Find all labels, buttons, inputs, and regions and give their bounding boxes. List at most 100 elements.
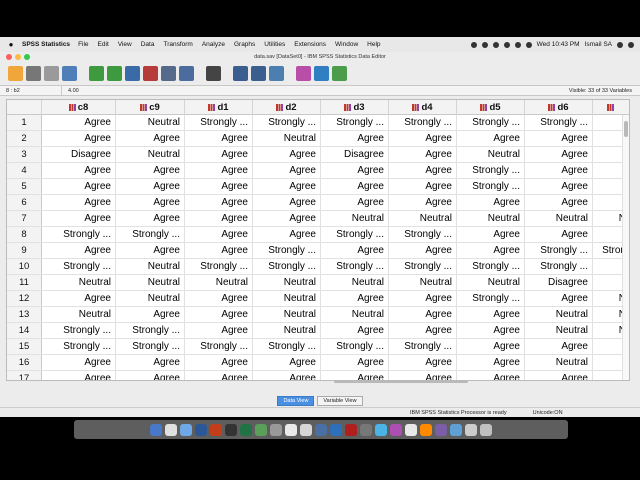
data-cell[interactable]: Strongly ... [457, 179, 525, 194]
r-icon[interactable] [315, 423, 327, 436]
data-cell[interactable]: Agree [525, 147, 593, 162]
row-number[interactable]: 14 [7, 323, 42, 338]
data-cell[interactable]: Agree [389, 323, 457, 338]
data-cell[interactable]: Strongly ... [185, 115, 253, 130]
data-cell[interactable]: Strongly ... [321, 227, 389, 242]
data-cell[interactable]: Agree [42, 291, 116, 306]
data-cell[interactable]: Strongly ... [321, 339, 389, 354]
data-cell[interactable]: Neutral [116, 275, 185, 290]
data-cell[interactable]: Agree [253, 163, 321, 178]
data-cell[interactable]: Agree [185, 131, 253, 146]
column-header[interactable]: d1 [185, 100, 253, 115]
data-cell[interactable]: Neutral [389, 275, 457, 290]
data-cell[interactable]: Strongly ... [457, 291, 525, 306]
row-number[interactable]: 12 [7, 291, 42, 306]
data-cell[interactable]: Neutral [525, 323, 593, 338]
data-cell[interactable]: Agree [116, 179, 185, 194]
app-light-icon[interactable] [450, 423, 462, 436]
app-white-icon[interactable] [465, 423, 477, 436]
wifi-icon[interactable] [514, 41, 521, 48]
data-cell[interactable]: Agree [185, 163, 253, 178]
column-header[interactable]: d2 [253, 100, 321, 115]
data-cell[interactable]: Neutral [253, 275, 321, 290]
data-cell[interactable]: Disagree [321, 147, 389, 162]
data-cell[interactable]: Agree [389, 355, 457, 370]
data-cell[interactable]: Neutral [253, 131, 321, 146]
data-cell[interactable]: Strongly ... [253, 259, 321, 274]
data-cell[interactable]: Agree [525, 339, 593, 354]
data-cell[interactable]: Agree [42, 195, 116, 210]
data-cell[interactable]: Strongly ... [42, 227, 116, 242]
data-cell[interactable]: Agree [42, 211, 116, 226]
redo-icon[interactable] [107, 66, 122, 81]
data-cell[interactable]: Neutral [525, 355, 593, 370]
data-cell[interactable]: Neutral [253, 323, 321, 338]
data-cell[interactable]: Neutral [389, 211, 457, 226]
user-name[interactable]: Ismail SA [585, 41, 612, 48]
word-icon[interactable] [195, 423, 207, 436]
app-blue-icon[interactable] [375, 423, 387, 436]
data-cell[interactable]: Agree [457, 307, 525, 322]
run-descriptives-icon[interactable] [179, 66, 194, 81]
undo-icon[interactable] [89, 66, 104, 81]
data-cell[interactable]: Agree [116, 243, 185, 258]
horizontal-scroll-thumb[interactable] [334, 380, 468, 383]
record-icon[interactable] [470, 41, 477, 48]
select-cases-icon[interactable] [314, 66, 329, 81]
data-cell[interactable]: Agree [457, 339, 525, 354]
data-cell[interactable]: Agree [321, 131, 389, 146]
data-cell[interactable]: Agree [42, 115, 116, 130]
column-header[interactable] [593, 100, 629, 115]
data-cell[interactable]: Agree [457, 355, 525, 370]
data-cell[interactable]: Agree [389, 195, 457, 210]
dropbox-icon[interactable] [481, 41, 488, 48]
row-number[interactable]: 3 [7, 147, 42, 162]
data-cell[interactable]: Neutral [253, 291, 321, 306]
data-cell[interactable]: Agree [525, 227, 593, 242]
data-cell[interactable]: Agree [457, 323, 525, 338]
data-cell[interactable]: Agree [185, 243, 253, 258]
data-cell[interactable]: Strongly ... [389, 339, 457, 354]
data-cell[interactable]: Agree [116, 131, 185, 146]
row-number[interactable]: 2 [7, 131, 42, 146]
tab-data-view[interactable]: Data View [277, 396, 315, 406]
menu-window[interactable]: Window [335, 41, 358, 48]
data-cell[interactable]: Neutral [525, 211, 593, 226]
search-icon[interactable] [617, 41, 623, 48]
row-number[interactable]: 8 [7, 227, 42, 242]
data-cell[interactable]: Neutral [116, 147, 185, 162]
data-cell[interactable]: Agree [116, 355, 185, 370]
data-cell[interactable]: Neutral [321, 307, 389, 322]
app-green-icon[interactable] [255, 423, 267, 436]
data-cell[interactable]: Agree [457, 131, 525, 146]
data-cell[interactable]: Agree [42, 355, 116, 370]
column-header[interactable]: c8 [42, 100, 116, 115]
data-cell[interactable]: Agree [457, 227, 525, 242]
row-number[interactable]: 11 [7, 275, 42, 290]
data-cell[interactable]: Agree [321, 291, 389, 306]
value-labels-icon[interactable] [332, 66, 347, 81]
menu-help[interactable]: Help [367, 41, 380, 48]
data-cell[interactable]: Agree [116, 163, 185, 178]
data-cell[interactable]: Strongly ... [116, 339, 185, 354]
data-cell[interactable]: Agree [253, 147, 321, 162]
close-window-icon[interactable] [6, 54, 12, 60]
row-number[interactable]: 13 [7, 307, 42, 322]
data-cell[interactable]: Strongly ... [525, 115, 593, 130]
clock-text[interactable]: Wed 10:43 PM [537, 41, 580, 48]
data-cell[interactable]: Agree [42, 131, 116, 146]
split-file-icon[interactable] [269, 66, 284, 81]
zoom-window-icon[interactable] [24, 54, 30, 60]
row-number[interactable]: 4 [7, 163, 42, 178]
data-cell[interactable]: Strongly ... [321, 115, 389, 130]
data-cell[interactable]: Agree [525, 195, 593, 210]
data-cell[interactable]: Agree [321, 179, 389, 194]
data-cell[interactable]: Strongly ... [116, 227, 185, 242]
column-header[interactable]: d6 [525, 100, 593, 115]
bluetooth-icon[interactable] [503, 41, 510, 48]
data-cell[interactable]: Agree [321, 195, 389, 210]
data-cell[interactable]: Strongly ... [42, 323, 116, 338]
data-cell[interactable]: Neutral [42, 307, 116, 322]
data-cell[interactable]: Agree [253, 179, 321, 194]
data-cell[interactable]: Strongly ... [457, 115, 525, 130]
